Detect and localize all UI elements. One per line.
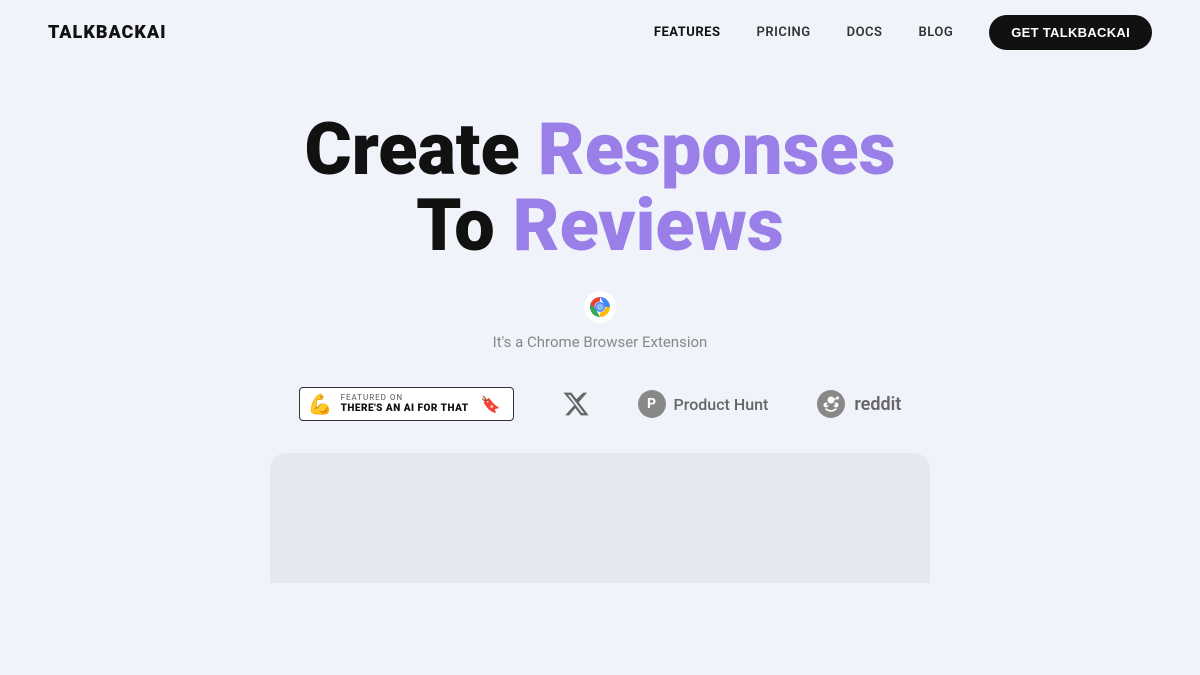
ai-badge-featured-label: FEATURED ON xyxy=(341,394,469,403)
cta-button[interactable]: GET TALKBACKAI xyxy=(989,15,1152,50)
hero-section: Create Responses To Reviews xyxy=(0,64,1200,603)
bottom-card-preview xyxy=(270,453,930,583)
product-hunt-logo[interactable]: P Product Hunt xyxy=(638,390,769,418)
nav-pricing[interactable]: PRICING xyxy=(756,25,810,40)
ai-badge[interactable]: 💪 FEATURED ON THERE'S AN AI FOR THAT 🔖 xyxy=(299,387,514,421)
ai-badge-bookmark-icon: 🔖 xyxy=(481,395,501,414)
reddit-icon xyxy=(816,389,846,419)
nav-blog[interactable]: BLOG xyxy=(919,25,954,40)
chrome-icon-wrapper xyxy=(584,291,616,323)
reddit-logo[interactable]: reddit xyxy=(816,389,901,419)
product-hunt-icon: P xyxy=(638,390,666,418)
logo[interactable]: TALKBACKAI xyxy=(48,22,167,43)
ai-badge-muscle-icon: 💪 xyxy=(308,394,333,414)
nav-features[interactable]: FEATURES xyxy=(654,25,721,40)
headline-line1: Create Responses xyxy=(304,112,895,188)
ai-badge-name: THERE'S AN AI FOR THAT xyxy=(341,403,469,414)
headline-reviews: Reviews xyxy=(513,183,784,268)
chrome-icon xyxy=(584,291,616,323)
x-logo[interactable] xyxy=(562,390,590,418)
headline-create: Create xyxy=(304,107,519,192)
nav-docs[interactable]: DOCS xyxy=(847,25,883,40)
headline-responses: Responses xyxy=(538,107,896,192)
logos-row: 💪 FEATURED ON THERE'S AN AI FOR THAT 🔖 P… xyxy=(299,387,902,421)
nav-links: FEATURES PRICING DOCS BLOG GET TALKBACKA… xyxy=(654,15,1152,50)
hero-headline: Create Responses To Reviews xyxy=(304,112,895,263)
chrome-subtitle: It's a Chrome Browser Extension xyxy=(493,333,708,351)
x-icon xyxy=(562,390,590,418)
ai-badge-text: FEATURED ON THERE'S AN AI FOR THAT xyxy=(341,394,469,414)
product-hunt-label: Product Hunt xyxy=(674,395,769,414)
headline-to: To xyxy=(416,183,495,268)
reddit-label: reddit xyxy=(854,394,901,415)
headline-line2: To Reviews xyxy=(304,188,895,264)
navbar: TALKBACKAI FEATURES PRICING DOCS BLOG GE… xyxy=(0,0,1200,64)
